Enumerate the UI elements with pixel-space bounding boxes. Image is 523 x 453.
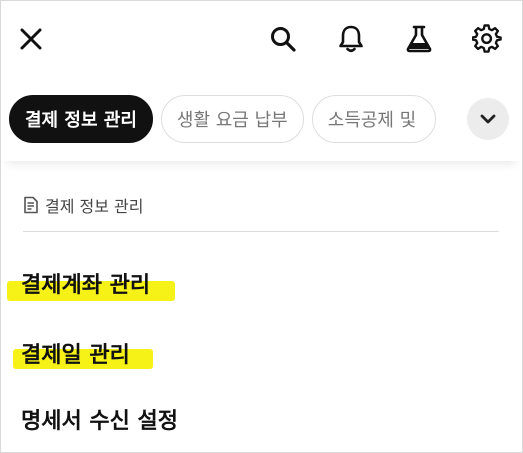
menu-item-payment-account[interactable]: 결제계좌 관리: [21, 267, 150, 299]
chevron-down-icon: [480, 114, 496, 124]
tab-income-deduction[interactable]: 소득공제 및: [311, 95, 436, 143]
tab-utility-bills[interactable]: 생활 요금 납부: [160, 95, 304, 143]
section-divider: [23, 231, 499, 232]
search-button[interactable]: [265, 21, 301, 57]
document-icon: [24, 196, 38, 214]
search-icon: [271, 27, 296, 52]
expand-tabs-button[interactable]: [467, 98, 509, 140]
gear-icon: [472, 24, 502, 53]
settings-button[interactable]: [469, 21, 505, 57]
lab-button[interactable]: [401, 21, 437, 57]
close-button[interactable]: [13, 21, 49, 57]
section-title: 결제 정보 관리: [45, 197, 144, 216]
menu-item-statement-settings[interactable]: 명세서 수신 설정: [21, 403, 178, 435]
tab-list: 결제 정보 관리 생활 요금 납부 소득공제 및: [9, 95, 436, 143]
top-bar: [1, 1, 522, 79]
bell-icon: [339, 25, 363, 53]
tab-payment-info[interactable]: 결제 정보 관리: [9, 95, 153, 143]
close-icon: [20, 28, 42, 50]
menu-item-payment-date[interactable]: 결제일 관리: [21, 337, 130, 369]
app-frame: 결제 정보 관리 생활 요금 납부 소득공제 및 결제 정보 관리 결제계좌 관…: [0, 0, 523, 453]
flask-icon: [406, 25, 432, 53]
tab-bar: 결제 정보 관리 생활 요금 납부 소득공제 및: [1, 79, 522, 161]
section-header: 결제 정보 관리: [23, 193, 144, 217]
notification-button[interactable]: [333, 21, 369, 57]
